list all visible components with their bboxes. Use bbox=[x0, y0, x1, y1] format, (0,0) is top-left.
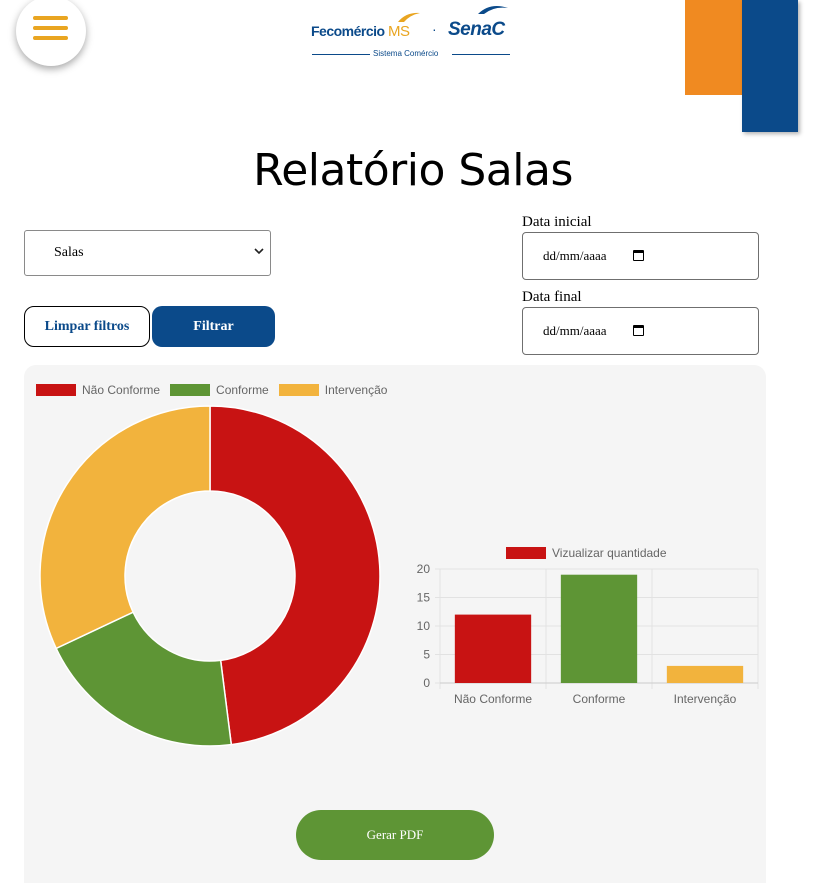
legend-label: Intervenção bbox=[324, 383, 388, 397]
doughnut-chart bbox=[39, 405, 381, 747]
calendar-icon[interactable] bbox=[633, 325, 644, 336]
decor-orange-block bbox=[685, 0, 743, 95]
logo-senac-swoosh-icon bbox=[478, 6, 508, 14]
x-tick-label: Intervenção bbox=[674, 692, 737, 706]
room-select[interactable]: Salas bbox=[24, 230, 271, 276]
filter-button[interactable]: Filtrar bbox=[152, 306, 275, 347]
logo-fecomercio: Fecomércio MS bbox=[311, 23, 410, 40]
legend-label: Conforme bbox=[216, 383, 269, 397]
y-tick-label: 20 bbox=[417, 562, 431, 576]
decor-blue-block bbox=[742, 0, 798, 132]
start-date-placeholder: dd/mm/aaaa bbox=[543, 248, 607, 263]
end-date-input[interactable]: dd/mm/aaaa bbox=[522, 307, 759, 355]
generate-pdf-button[interactable]: Gerar PDF bbox=[296, 810, 494, 860]
x-tick-label: Conforme bbox=[573, 692, 626, 706]
chevron-down-icon bbox=[254, 246, 264, 258]
start-date-label: Data inicial bbox=[522, 214, 592, 230]
logo-swoosh-icon bbox=[398, 12, 420, 22]
hamburger-icon-bar bbox=[33, 36, 68, 40]
y-tick-label: 15 bbox=[417, 591, 431, 605]
legend-item[interactable]: Intervenção bbox=[278, 383, 388, 397]
y-tick-label: 10 bbox=[417, 619, 431, 633]
legend-item[interactable]: Não Conforme bbox=[36, 383, 160, 397]
hamburger-icon-bar bbox=[33, 26, 68, 30]
logo-separator: · bbox=[432, 21, 437, 37]
start-date-input[interactable]: dd/mm/aaaa bbox=[522, 232, 759, 280]
y-tick-label: 5 bbox=[423, 648, 430, 662]
clear-filters-button[interactable]: Limpar filtros bbox=[24, 306, 150, 347]
bar-conforme[interactable] bbox=[560, 574, 638, 683]
end-date-placeholder: dd/mm/aaaa bbox=[543, 323, 607, 338]
legend-label: Não Conforme bbox=[82, 383, 161, 397]
bar-interven-o[interactable] bbox=[666, 665, 744, 683]
doughnut-slice-n-o-conforme[interactable] bbox=[209, 405, 381, 746]
menu-button[interactable] bbox=[16, 0, 86, 66]
brand-logo: Fecomércio MS · SenaC Sistema Comércio bbox=[300, 0, 522, 62]
page-title: Relatório Salas bbox=[253, 145, 573, 196]
legend-swatch bbox=[36, 384, 76, 396]
legend-swatch bbox=[170, 384, 211, 396]
bar-n-o-conforme[interactable] bbox=[454, 614, 532, 683]
hamburger-icon bbox=[33, 16, 68, 20]
legend-swatch bbox=[278, 384, 319, 396]
bar-chart: 20 15 10 5 0 Não Conforme Conforme Intervenção bbox=[417, 562, 759, 706]
calendar-icon[interactable] bbox=[633, 250, 644, 261]
y-tick-label: 0 bbox=[423, 676, 430, 690]
x-tick-label: Não Conforme bbox=[454, 692, 532, 706]
logo-tagline: Sistema Comércio bbox=[373, 49, 439, 58]
doughnut-legend: Não Conforme Conforme Intervenção bbox=[36, 383, 397, 397]
room-select-value: Salas bbox=[54, 245, 84, 260]
logo-rule-left bbox=[312, 54, 370, 55]
doughnut-slice-interven-o[interactable] bbox=[39, 405, 211, 650]
logo-rule-right bbox=[452, 54, 510, 55]
legend-item[interactable]: Conforme bbox=[170, 383, 269, 397]
end-date-label: Data final bbox=[522, 289, 582, 305]
logo-senac: SenaC bbox=[448, 19, 505, 40]
